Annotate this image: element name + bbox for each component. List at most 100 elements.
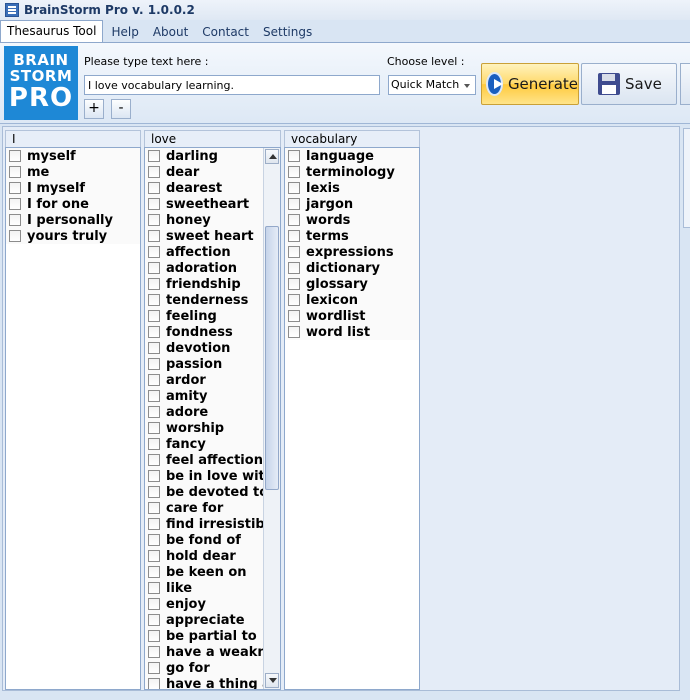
list-item[interactable]: be fond of <box>145 532 263 548</box>
list-item[interactable]: terminology <box>285 164 419 180</box>
list-item[interactable]: I myself <box>6 180 140 196</box>
checkbox[interactable] <box>148 326 160 338</box>
checkbox[interactable] <box>9 198 21 210</box>
list-item[interactable]: be in love with <box>145 468 274 484</box>
checkbox[interactable] <box>288 214 300 226</box>
checkbox[interactable] <box>148 486 160 498</box>
checkbox[interactable] <box>288 246 300 258</box>
list-item[interactable]: lexicon <box>285 292 419 308</box>
list-item[interactable]: be keen on <box>145 564 263 580</box>
checkbox[interactable] <box>148 246 160 258</box>
checkbox[interactable] <box>148 614 160 626</box>
list-item[interactable]: worship <box>145 420 263 436</box>
list-item[interactable]: enjoy <box>145 596 263 612</box>
list-item[interactable]: jargon <box>285 196 419 212</box>
list-item[interactable]: fancy <box>145 436 263 452</box>
scroll-down-arrow-icon[interactable] <box>265 673 279 688</box>
checkbox[interactable] <box>148 470 160 482</box>
vertical-scrollbar[interactable] <box>263 148 280 689</box>
checkbox[interactable] <box>148 262 160 274</box>
checkbox[interactable] <box>148 294 160 306</box>
checkbox[interactable] <box>148 342 160 354</box>
add-button[interactable]: + <box>84 99 104 119</box>
list-item[interactable]: darling <box>145 148 263 164</box>
list-item[interactable]: affection <box>145 244 263 260</box>
checkbox[interactable] <box>148 566 160 578</box>
checkbox[interactable] <box>288 150 300 162</box>
tab-contact[interactable]: Contact <box>196 22 255 42</box>
list-item[interactable]: glossary <box>285 276 419 292</box>
tab-help[interactable]: Help <box>105 22 144 42</box>
list-item[interactable]: tenderness <box>145 292 263 308</box>
checkbox[interactable] <box>9 230 21 242</box>
list-item[interactable]: I for one <box>6 196 140 212</box>
checkbox[interactable] <box>148 582 160 594</box>
checkbox[interactable] <box>148 630 160 642</box>
list-item[interactable]: feeling <box>145 308 263 324</box>
list-item[interactable]: go for <box>145 660 263 676</box>
list-item[interactable]: dearest <box>145 180 263 196</box>
list-item[interactable]: me <box>6 164 140 180</box>
checkbox[interactable] <box>148 166 160 178</box>
checkbox[interactable] <box>9 150 21 162</box>
list-item[interactable]: yours truly <box>6 228 140 244</box>
list-item[interactable]: sweet heart <box>145 228 263 244</box>
checkbox[interactable] <box>148 646 160 658</box>
checkbox[interactable] <box>9 214 21 226</box>
list-item[interactable]: care for <box>145 500 263 516</box>
list-item[interactable]: appreciate <box>145 612 263 628</box>
list-item[interactable]: find irresistible <box>145 516 278 532</box>
list-item[interactable]: adore <box>145 404 263 420</box>
checkbox[interactable] <box>148 406 160 418</box>
list-item[interactable]: words <box>285 212 419 228</box>
checkbox[interactable] <box>288 294 300 306</box>
checkbox[interactable] <box>148 438 160 450</box>
text-input[interactable] <box>84 75 380 95</box>
save-button[interactable]: Save <box>581 63 677 105</box>
checkbox[interactable] <box>288 278 300 290</box>
list-item[interactable]: lexis <box>285 180 419 196</box>
list-item[interactable]: wordlist <box>285 308 419 324</box>
tab-about[interactable]: About <box>147 22 194 42</box>
list-item[interactable]: devotion <box>145 340 263 356</box>
tab-settings[interactable]: Settings <box>257 22 318 42</box>
checkbox[interactable] <box>148 518 160 530</box>
list-item[interactable]: honey <box>145 212 263 228</box>
list-item[interactable]: sweetheart <box>145 196 263 212</box>
checkbox[interactable] <box>148 198 160 210</box>
checkbox[interactable] <box>148 422 160 434</box>
list-item[interactable]: have a weakne <box>145 644 275 660</box>
checkbox[interactable] <box>9 166 21 178</box>
checkbox[interactable] <box>148 278 160 290</box>
checkbox[interactable] <box>288 326 300 338</box>
checkbox[interactable] <box>288 166 300 178</box>
checkbox[interactable] <box>288 230 300 242</box>
list-item[interactable]: feel affection fo <box>145 452 280 468</box>
list-item[interactable]: terms <box>285 228 419 244</box>
list-item[interactable]: adoration <box>145 260 263 276</box>
list-item[interactable]: word list <box>285 324 419 340</box>
synonym-list[interactable]: myself me I myself I for one I personally you… <box>5 147 141 690</box>
checkbox[interactable] <box>148 358 160 370</box>
checkbox[interactable] <box>148 534 160 546</box>
checkbox[interactable] <box>148 230 160 242</box>
checkbox[interactable] <box>148 454 160 466</box>
list-item[interactable]: friendship <box>145 276 263 292</box>
checkbox[interactable] <box>148 150 160 162</box>
synonym-list[interactable]: language terminology lexis jargon words terms… <box>284 147 420 690</box>
overflow-button[interactable] <box>680 63 690 105</box>
checkbox[interactable] <box>148 374 160 386</box>
list-item[interactable]: be partial to <box>145 628 263 644</box>
checkbox[interactable] <box>148 502 160 514</box>
scrollbar-thumb[interactable] <box>265 226 279 490</box>
list-item[interactable]: passion <box>145 356 263 372</box>
checkbox[interactable] <box>148 678 160 689</box>
list-item[interactable]: expressions <box>285 244 419 260</box>
list-item[interactable]: dictionary <box>285 260 419 276</box>
checkbox[interactable] <box>148 214 160 226</box>
checkbox[interactable] <box>148 550 160 562</box>
list-item[interactable]: fondness <box>145 324 263 340</box>
list-item[interactable]: hold dear <box>145 548 263 564</box>
list-item[interactable]: amity <box>145 388 263 404</box>
checkbox[interactable] <box>288 198 300 210</box>
